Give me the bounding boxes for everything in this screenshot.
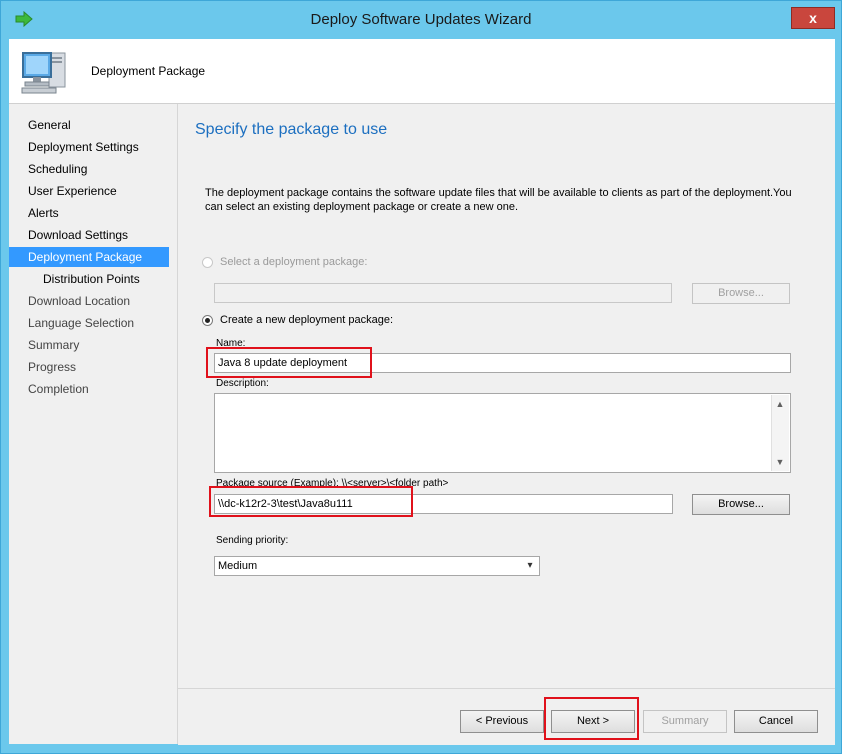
nav-item-completion[interactable]: Completion (9, 379, 177, 399)
package-source-label: Package source (Example): \\<server>\<fo… (216, 478, 449, 489)
name-label: Name: (216, 338, 246, 349)
scroll-up-icon[interactable]: ▲ (774, 398, 786, 410)
package-source-input[interactable]: \\dc-k12r2-3\test\Java8u111 (214, 494, 673, 514)
next-button[interactable]: Next > (551, 710, 635, 733)
cancel-button[interactable]: Cancel (734, 710, 818, 733)
close-button[interactable]: x (791, 7, 835, 29)
nav-item-progress[interactable]: Progress (9, 357, 177, 377)
select-existing-package-radio[interactable] (202, 257, 213, 268)
sending-priority-select[interactable]: Medium ▾ (214, 556, 540, 576)
create-new-package-label: Create a new deployment package: (220, 314, 394, 326)
header-title: Deployment Package (91, 64, 206, 78)
window-title: Deploy Software Updates Wizard (310, 11, 532, 28)
description-label: Description: (216, 378, 269, 389)
package-name-input[interactable]: Java 8 update deployment (214, 353, 791, 373)
select-existing-package-label: Select a deployment package: (220, 256, 368, 268)
page-title: Specify the package to use (195, 121, 388, 138)
radio-selected-dot (205, 318, 210, 323)
nav-item-deployment-package[interactable]: Deployment Package (9, 247, 169, 267)
nav-item-alerts[interactable]: Alerts (9, 203, 177, 223)
nav-item-deployment-settings[interactable]: Deployment Settings (9, 137, 177, 157)
create-new-package-radio[interactable] (202, 315, 213, 326)
existing-browse-button[interactable]: Browse... (692, 283, 790, 304)
package-source-browse-button[interactable]: Browse... (692, 494, 790, 515)
wizard-content: General Deployment Settings Scheduling U… (9, 104, 835, 745)
previous-button[interactable]: < Previous (460, 710, 544, 733)
nav-item-user-experience[interactable]: User Experience (9, 181, 177, 201)
existing-package-field[interactable] (214, 283, 672, 303)
wizard-window: Deploy Software Updates Wizard x Deploym… (0, 0, 842, 754)
chevron-down-icon: ▾ (527, 560, 533, 571)
nav-item-download-location[interactable]: Download Location (9, 291, 177, 311)
page-description: The deployment package contains the soft… (205, 187, 792, 213)
package-description-input[interactable]: ▲ ▼ (214, 393, 791, 473)
wizard-nav: General Deployment Settings Scheduling U… (9, 104, 178, 744)
scroll-down-icon[interactable]: ▼ (774, 456, 786, 468)
sending-priority-label: Sending priority: (216, 535, 289, 546)
nav-item-general[interactable]: General (9, 115, 177, 135)
nav-item-distribution-points[interactable]: Distribution Points (9, 269, 177, 289)
nav-item-scheduling[interactable]: Scheduling (9, 159, 177, 179)
wizard-header: Deployment Package (9, 39, 835, 104)
computer-icon (21, 52, 66, 94)
nav-item-download-settings[interactable]: Download Settings (9, 225, 177, 245)
wizard-page: Specify the package to use The deploymen… (178, 104, 835, 688)
nav-item-summary[interactable]: Summary (9, 335, 177, 355)
summary-button[interactable]: Summary (643, 710, 727, 733)
nav-item-language-selection[interactable]: Language Selection (9, 313, 177, 333)
title-bar[interactable]: Deploy Software Updates Wizard x (1, 1, 841, 39)
description-scrollbar[interactable]: ▲ ▼ (771, 395, 789, 471)
wizard-footer: < Previous Next > Summary Cancel (178, 688, 835, 745)
sending-priority-value: Medium (218, 560, 258, 572)
